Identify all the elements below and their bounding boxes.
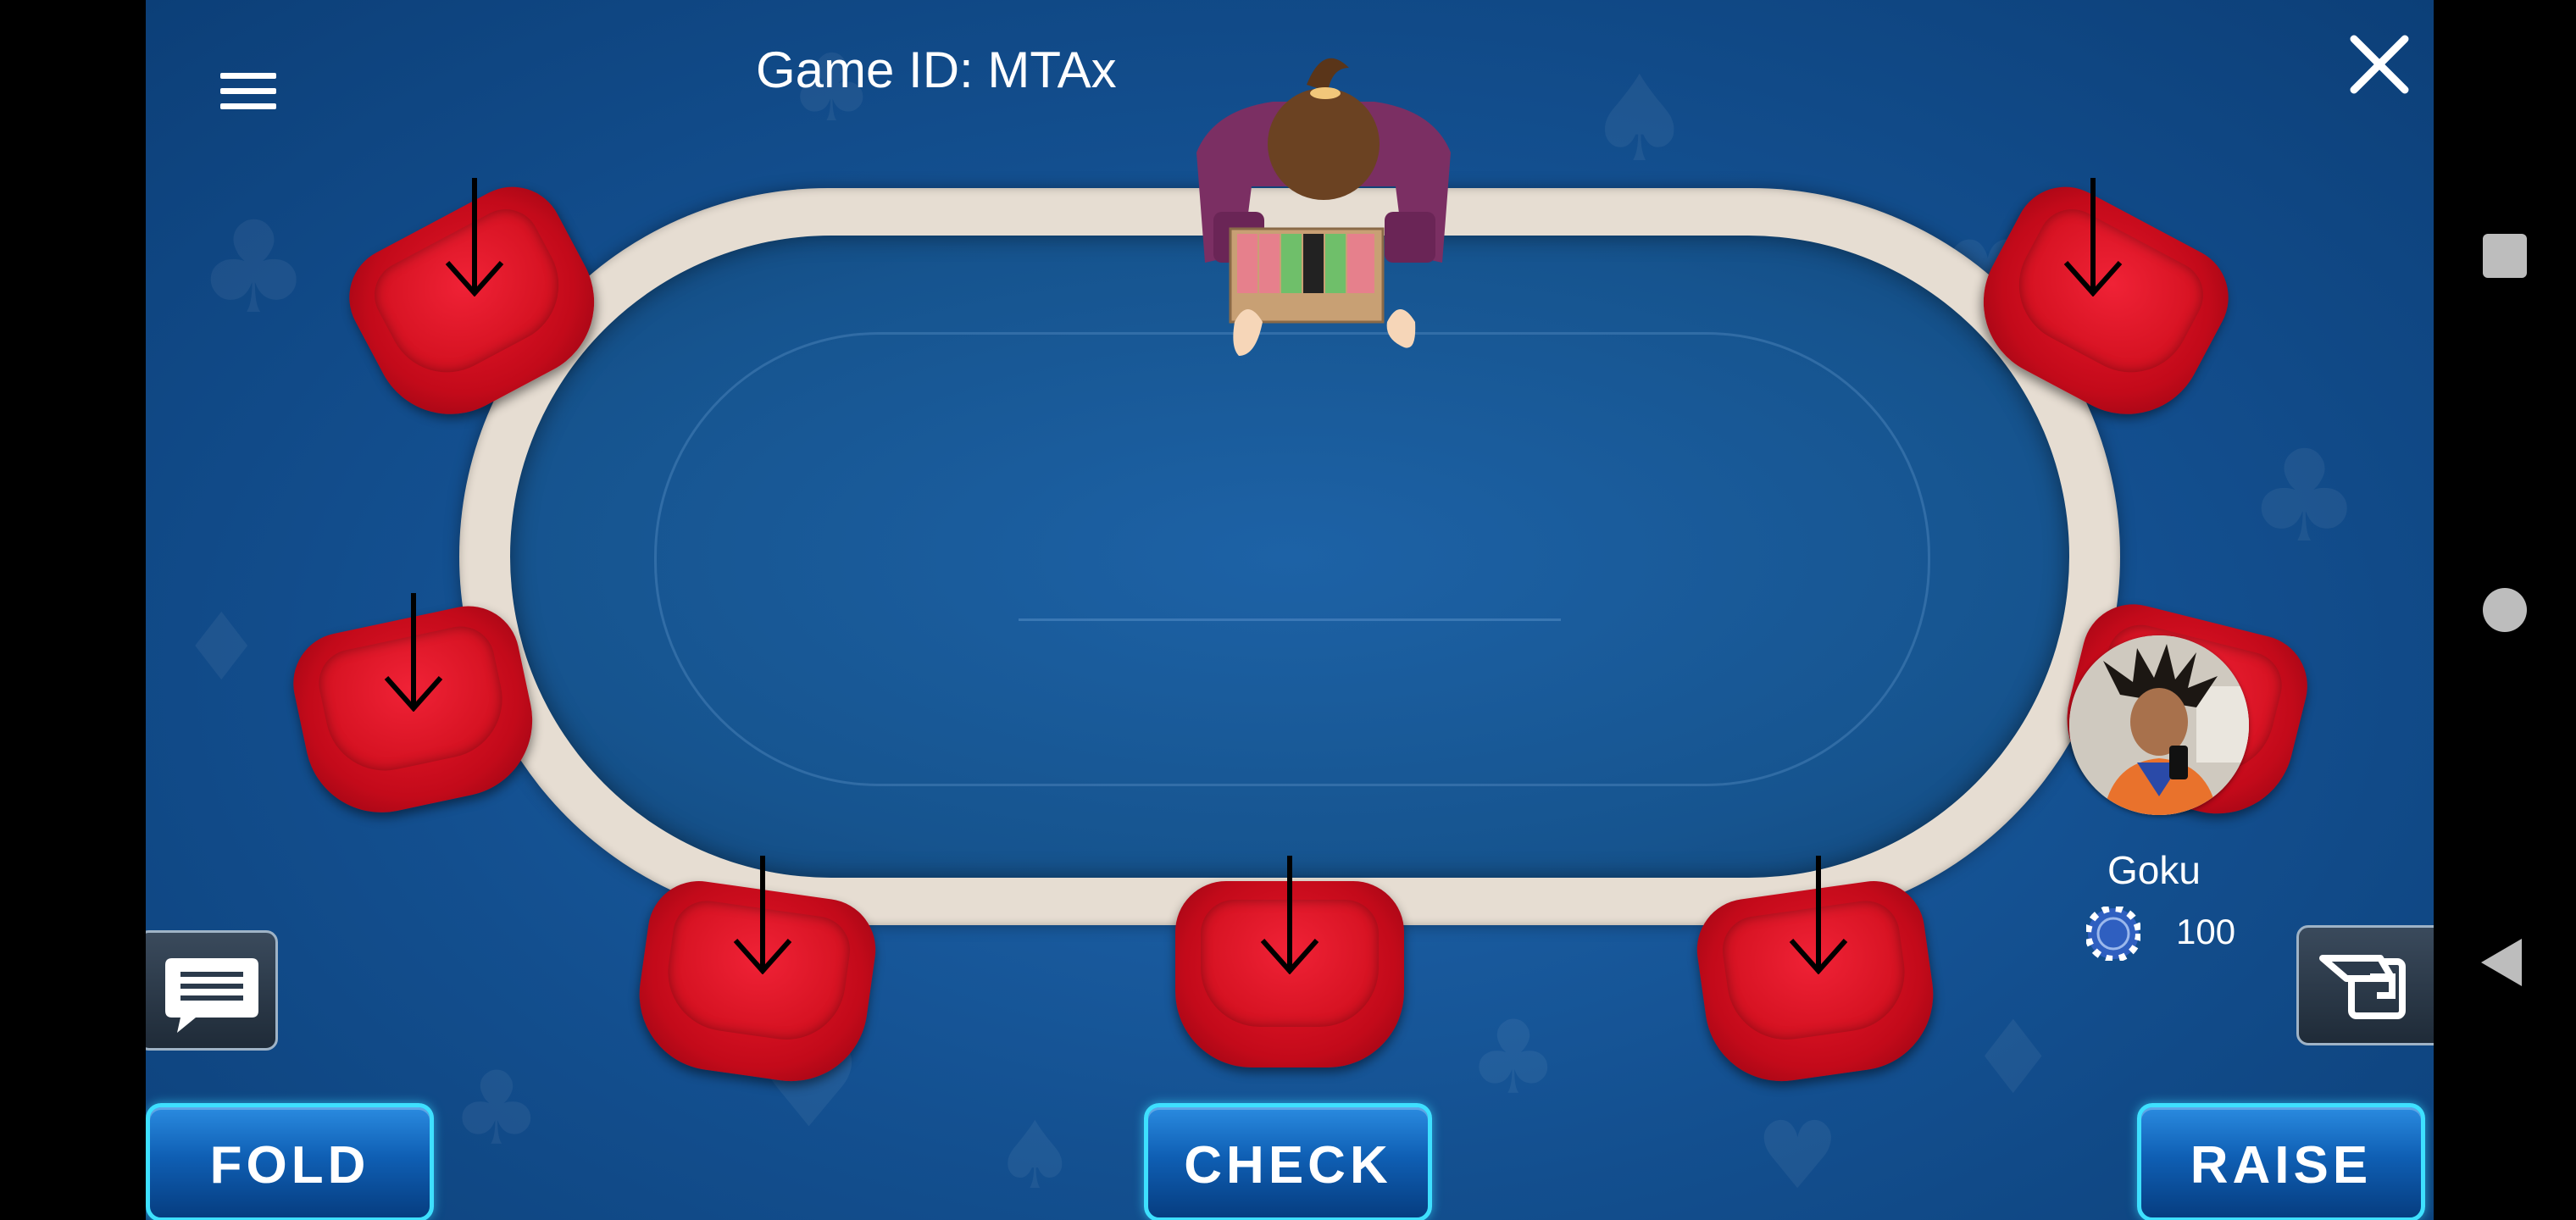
- recents-icon[interactable]: [2471, 222, 2539, 290]
- screen: ♣ ♠ ♣ ♠ ♥ ♣ ♦ ♥ ♣ ♠ ♥ ♣ ♦: [0, 0, 2576, 1220]
- poker-chip-icon: [2086, 907, 2140, 961]
- back-icon[interactable]: [2471, 929, 2539, 996]
- player-chip-count: 100: [2176, 912, 2236, 951]
- player-name: Goku: [2107, 848, 2201, 892]
- arrow-down-icon: [1260, 856, 1319, 974]
- check-button[interactable]: CHECK: [1144, 1103, 1432, 1220]
- poker-game-view: ♣ ♠ ♣ ♠ ♥ ♣ ♦ ♥ ♣ ♠ ♥ ♣ ♦: [146, 0, 2434, 1220]
- home-icon[interactable]: [2471, 576, 2539, 644]
- chip-rack: [1229, 227, 1385, 324]
- arrow-down-icon: [1789, 856, 1848, 974]
- arrow-down-icon: [2063, 178, 2123, 297]
- dealer-illustration: [1196, 58, 1451, 356]
- table-center-line: [1019, 618, 1561, 621]
- arrow-down-icon: [445, 178, 504, 297]
- arrow-down-icon: [733, 856, 792, 974]
- menu-button[interactable]: [220, 68, 280, 119]
- close-icon[interactable]: [2346, 30, 2413, 98]
- fold-button[interactable]: FOLD: [146, 1103, 434, 1220]
- hamburger-icon[interactable]: [220, 68, 280, 119]
- chat-icon: [165, 958, 258, 1033]
- cashier-button[interactable]: [2296, 925, 2434, 1045]
- table-felt-line: [654, 332, 1930, 786]
- player-avatar[interactable]: [2069, 635, 2249, 815]
- game-id-label: Game ID: MTAx: [756, 42, 1117, 98]
- chat-button[interactable]: [146, 930, 278, 1051]
- system-nav-bar: [2434, 0, 2576, 1220]
- arrow-down-icon: [384, 593, 443, 712]
- cashier-icon: [2319, 955, 2406, 1019]
- avatar-photo: [2069, 635, 2249, 815]
- raise-button[interactable]: RAISE: [2137, 1103, 2425, 1220]
